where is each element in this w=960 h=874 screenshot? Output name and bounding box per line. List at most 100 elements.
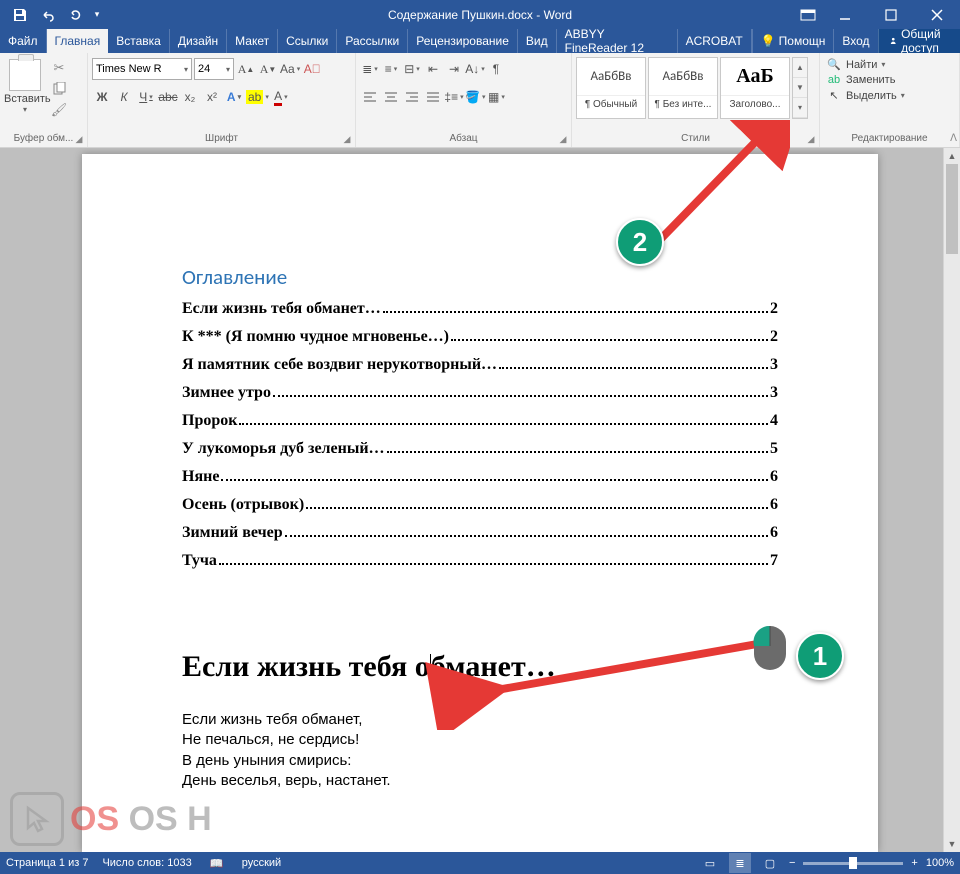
numbering-icon[interactable]: ≡ <box>381 58 401 80</box>
font-color-icon[interactable]: A <box>271 86 291 108</box>
login-button[interactable]: Вход <box>833 29 877 53</box>
zoom-slider-thumb[interactable] <box>849 857 857 869</box>
scrollbar-thumb[interactable] <box>946 164 958 254</box>
web-layout-icon[interactable]: ▢ <box>759 853 781 873</box>
sort-icon[interactable]: A↓ <box>465 58 485 80</box>
toc-line[interactable]: Зимнее утро 3 <box>182 384 778 402</box>
font-launcher-icon[interactable]: ◢ <box>341 133 353 145</box>
read-mode-icon[interactable]: ▭ <box>699 853 721 873</box>
strike-button[interactable]: abc <box>158 86 178 108</box>
clipboard-launcher-icon[interactable]: ◢ <box>73 133 85 145</box>
tab-review[interactable]: Рецензирование <box>408 29 518 53</box>
undo-icon[interactable] <box>34 1 62 29</box>
toc-line[interactable]: К *** (Я помню чудное мгновенье…) 2 <box>182 328 778 346</box>
grow-font-icon[interactable]: A▲ <box>236 58 256 80</box>
save-icon[interactable] <box>6 1 34 29</box>
group-font: Times New R▾ 24▾ A▲ A▼ Aa A⃠ Ж К Ч abc x… <box>88 53 356 147</box>
font-size-combo[interactable]: 24▾ <box>194 58 234 80</box>
increase-indent-icon[interactable]: ⇥ <box>444 58 464 80</box>
change-case-icon[interactable]: Aa <box>280 58 300 80</box>
toc-leader <box>239 423 768 425</box>
align-left-icon[interactable] <box>360 86 380 108</box>
underline-button[interactable]: Ч <box>136 86 156 108</box>
page-indicator[interactable]: Страница 1 из 7 <box>6 857 88 869</box>
close-icon[interactable] <box>914 0 960 29</box>
justify-icon[interactable] <box>423 86 443 108</box>
borders-icon[interactable]: ▦ <box>486 86 506 108</box>
show-marks-icon[interactable]: ¶ <box>486 58 506 80</box>
collapse-ribbon-icon[interactable]: ᐱ <box>950 133 957 144</box>
align-right-icon[interactable] <box>402 86 422 108</box>
superscript-button[interactable]: x² <box>202 86 222 108</box>
font-name-combo[interactable]: Times New R▾ <box>92 58 192 80</box>
zoom-value[interactable]: 100% <box>926 857 954 869</box>
tab-layout[interactable]: Макет <box>227 29 278 53</box>
watermark-cursor-icon <box>10 792 64 846</box>
minimize-icon[interactable] <box>822 0 868 29</box>
toc-line[interactable]: Осень (отрывок) 6 <box>182 496 778 514</box>
tab-design[interactable]: Дизайн <box>170 29 227 53</box>
text-effects-icon[interactable]: A <box>224 86 244 108</box>
styles-launcher-icon[interactable]: ◢ <box>805 133 817 145</box>
decrease-indent-icon[interactable]: ⇤ <box>423 58 443 80</box>
tab-abbyy[interactable]: ABBYY FineReader 12 <box>557 29 678 53</box>
tab-file[interactable]: Файл <box>0 29 47 53</box>
style-heading1[interactable]: АаБ Заголово... <box>720 57 790 119</box>
maximize-icon[interactable] <box>868 0 914 29</box>
toc-page: 4 <box>770 412 778 430</box>
styles-expand-icon[interactable]: ▾ <box>793 98 807 118</box>
bullets-icon[interactable]: ≣ <box>360 58 380 80</box>
style-nospacing[interactable]: АаБбВв ¶ Без инте... <box>648 57 718 119</box>
tab-references[interactable]: Ссылки <box>278 29 337 53</box>
select-button[interactable]: ↖Выделить ▾ <box>826 89 905 102</box>
toc-page: 6 <box>770 468 778 486</box>
line-spacing-icon[interactable]: ‡≡ <box>444 86 464 108</box>
paragraph-launcher-icon[interactable]: ◢ <box>557 133 569 145</box>
shrink-font-icon[interactable]: A▼ <box>258 58 278 80</box>
tab-insert[interactable]: Вставка <box>108 29 170 53</box>
zoom-slider[interactable] <box>803 862 903 865</box>
tab-home[interactable]: Главная <box>47 29 109 53</box>
highlight-icon[interactable]: ab <box>246 86 269 108</box>
share-button[interactable]: Общий доступ <box>878 29 960 53</box>
italic-button[interactable]: К <box>114 86 134 108</box>
toc-line[interactable]: Туча 7 <box>182 552 778 570</box>
toc-line[interactable]: Если жизнь тебя обманет… 2 <box>182 300 778 318</box>
toc-line[interactable]: Зимний вечер 6 <box>182 524 778 542</box>
subscript-button[interactable]: x₂ <box>180 86 200 108</box>
toc-line[interactable]: Няне 6 <box>182 468 778 486</box>
clear-formatting-icon[interactable]: A⃠ <box>302 58 322 80</box>
tell-me[interactable]: 💡 Помощн <box>752 29 834 53</box>
toc-line[interactable]: У лукоморья дуб зеленый… 5 <box>182 440 778 458</box>
styles-scroll-down-icon[interactable]: ▼ <box>793 78 807 98</box>
style-normal[interactable]: АаБбВв ¶ Обычный <box>576 57 646 119</box>
replace-button[interactable]: abЗаменить <box>826 74 905 86</box>
toc-line[interactable]: Пророк 4 <box>182 412 778 430</box>
shading-icon[interactable]: 🪣 <box>465 86 485 108</box>
word-count[interactable]: Число слов: 1033 <box>102 857 191 869</box>
bold-button[interactable]: Ж <box>92 86 112 108</box>
qat-customize-icon[interactable]: ▾ <box>90 1 104 29</box>
print-layout-icon[interactable]: ≣ <box>729 853 751 873</box>
multilevel-icon[interactable]: ⊟ <box>402 58 422 80</box>
styles-scroll-up-icon[interactable]: ▲ <box>793 58 807 78</box>
tab-view[interactable]: Вид <box>518 29 557 53</box>
scroll-up-icon[interactable]: ▲ <box>944 148 960 164</box>
ribbon-display-icon[interactable] <box>794 1 822 29</box>
zoom-out-icon[interactable]: − <box>789 857 795 869</box>
spellcheck-icon[interactable]: 📖 <box>206 853 228 873</box>
cut-icon[interactable]: ✂ <box>48 59 70 77</box>
align-center-icon[interactable] <box>381 86 401 108</box>
language-indicator[interactable]: русский <box>242 857 281 869</box>
tab-mailings[interactable]: Рассылки <box>337 29 408 53</box>
quick-access-toolbar: ▾ <box>0 1 104 29</box>
find-button[interactable]: 🔍Найти ▾ <box>826 58 905 71</box>
scroll-down-icon[interactable]: ▼ <box>944 836 960 852</box>
redo-icon[interactable] <box>62 1 90 29</box>
tab-acrobat[interactable]: ACROBAT <box>678 29 752 53</box>
copy-icon[interactable] <box>48 80 70 98</box>
toc-line[interactable]: Я памятник себе воздвиг нерукотворный… 3 <box>182 356 778 374</box>
zoom-in-icon[interactable]: + <box>911 857 917 869</box>
format-painter-icon[interactable]: 🖌 <box>48 101 70 119</box>
vertical-scrollbar[interactable]: ▲ ▼ <box>943 148 960 852</box>
